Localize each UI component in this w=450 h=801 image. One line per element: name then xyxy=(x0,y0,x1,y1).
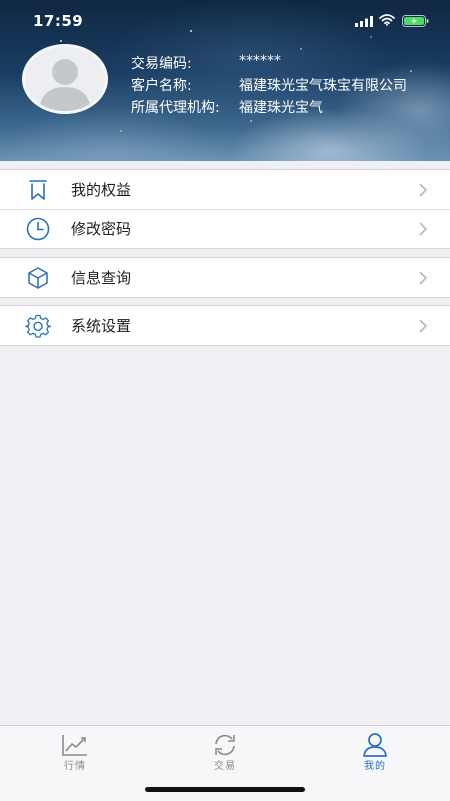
wifi-icon xyxy=(379,14,395,26)
menu-item-info-query[interactable]: 信息查询 xyxy=(0,258,450,297)
battery-charging-icon xyxy=(402,15,429,27)
tab-trade[interactable]: 交易 xyxy=(185,732,265,772)
menu-item-label: 信息查询 xyxy=(71,269,132,287)
menu-item-my-rights[interactable]: 我的权益 xyxy=(0,170,450,209)
tab-market[interactable]: 行情 xyxy=(35,732,115,772)
cellular-signal-icon xyxy=(355,16,373,27)
avatar[interactable] xyxy=(22,44,108,114)
tab-label: 行情 xyxy=(64,761,86,772)
menu-group-settings: 系统设置 xyxy=(0,305,450,346)
menu-item-label: 系统设置 xyxy=(71,317,132,335)
menu-item-label: 我的权益 xyxy=(71,181,132,199)
home-indicator[interactable] xyxy=(145,787,305,792)
cube-icon xyxy=(28,266,48,289)
agency-label: 所属代理机构: xyxy=(131,100,220,116)
chevron-right-icon xyxy=(419,182,428,197)
trade-code-value: ****** xyxy=(239,53,281,69)
tab-mine[interactable]: 我的 xyxy=(335,732,415,772)
menu-item-change-password[interactable]: 修改密码 xyxy=(0,209,450,248)
chart-icon xyxy=(62,735,87,756)
tab-label: 我的 xyxy=(364,761,386,772)
tab-label: 交易 xyxy=(214,761,236,772)
customer-name-value: 福建珠光宝气珠宝有限公司 xyxy=(239,78,407,94)
chevron-right-icon xyxy=(419,270,428,285)
menu-item-system-settings[interactable]: 系统设置 xyxy=(0,306,450,345)
trade-code-label: 交易编码: xyxy=(131,56,192,72)
agency-value: 福建珠光宝气 xyxy=(239,100,323,116)
refresh-icon xyxy=(215,734,235,756)
menu-group-account: 我的权益 修改密码 xyxy=(0,169,450,249)
person-icon xyxy=(363,733,387,757)
default-user-icon xyxy=(39,59,91,111)
chevron-right-icon xyxy=(419,318,428,333)
menu-group-info: 信息查询 xyxy=(0,257,450,298)
gear-icon xyxy=(25,314,51,338)
menu-item-label: 修改密码 xyxy=(71,220,132,238)
customer-name-label: 客户名称: xyxy=(131,78,192,94)
chevron-right-icon xyxy=(419,221,428,236)
status-time: 17:59 xyxy=(33,12,84,30)
bookmark-icon xyxy=(29,179,47,200)
profile-header: 17:59 交易编码: ****** 客户名称: 福建珠光宝气珠宝有限公司 所属… xyxy=(0,0,450,161)
clock-icon xyxy=(26,217,50,240)
